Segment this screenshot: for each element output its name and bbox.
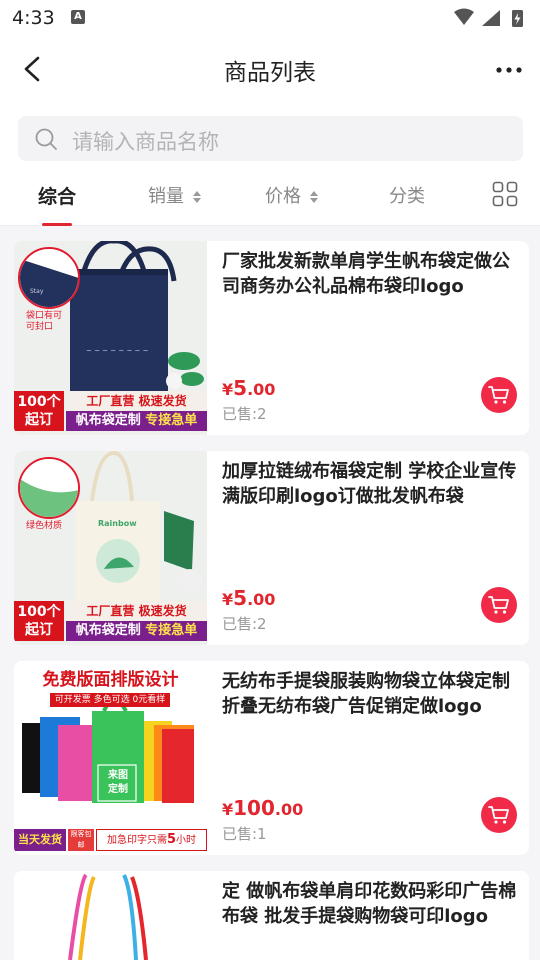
cart-icon (488, 386, 509, 404)
bag-brand-label: Rainbow (98, 519, 137, 528)
product-card[interactable]: 定 做帆布袋单肩印花数码彩印广告棉布袋 批发手提袋购物袋可印logo (14, 871, 529, 960)
product-image[interactable]: 免费版面排版设计 可开发票 多色可选 0元看样 来图 定制 当天发货 限客包邮 … (14, 661, 207, 855)
search-placeholder: 请输入商品名称 (72, 130, 219, 154)
search-input[interactable]: 请输入商品名称 (18, 116, 523, 161)
product-card[interactable]: 免费版面排版设计 可开发票 多色可选 0元看样 来图 定制 当天发货 限客包邮 … (14, 661, 529, 855)
nav-bar: 商品列表 (0, 36, 540, 102)
sold-count: 已售:2 (222, 405, 267, 423)
product-price: ¥100.00 (222, 796, 304, 820)
promo-banner: 工厂直营 极速发货 帆布袋定制 专接急单 (66, 601, 207, 641)
notification-a-icon: A (71, 10, 85, 24)
product-card[interactable]: ~ ~ ~ ~ ~ ~ ~ ~ Stay 袋口有可 可封口 100个 起订 工厂… (14, 241, 529, 435)
product-image[interactable] (14, 871, 207, 960)
product-card[interactable]: 绿色材质 Rainbow 100个 起订 工厂直营 极速发货 帆布袋定制 专接急… (14, 451, 529, 645)
tab-label: 价格 (265, 186, 301, 207)
svg-text:~ ~ ~ ~ ~ ~ ~ ~: ~ ~ ~ ~ ~ ~ ~ ~ (86, 347, 149, 355)
inset-caption: 绿色材质 (26, 521, 63, 531)
bag-custom-label: 来图 定制 (108, 770, 128, 795)
promo-banner: 工厂直营 极速发货 帆布袋定制 专接急单 (66, 391, 207, 431)
inset-detail-image (18, 457, 80, 519)
promo-bottom-banner: 当天发货 限客包邮 加急印字只需5小时 (14, 827, 207, 853)
min-order-tag: 100个 起订 (14, 391, 64, 431)
strap-bags-image (14, 871, 207, 960)
cart-icon (488, 596, 509, 614)
tab-comprehensive[interactable]: 综合 (38, 182, 77, 226)
product-title[interactable]: 加厚拉链绒布福袋定制 学校企业宣传满版印刷logo订做批发帆布袋 (222, 459, 522, 509)
sort-arrows-icon (309, 191, 318, 203)
more-icon[interactable] (492, 53, 526, 87)
product-title[interactable]: 定 做帆布袋单肩印花数码彩印广告棉布袋 批发手提袋购物袋可印logo (222, 879, 522, 929)
page-title: 商品列表 (224, 60, 316, 86)
tab-label: 综合 (38, 186, 77, 208)
promo-subtitle: 可开发票 多色可选 0元看样 (50, 693, 170, 707)
signal-icon (482, 10, 500, 26)
active-tab-indicator (42, 223, 73, 226)
svg-text:Stay: Stay (30, 288, 44, 295)
search-icon (35, 128, 57, 150)
product-title[interactable]: 无纺布手提袋服装购物袋立体袋定制折叠无纺布袋广告促销定做logo (222, 669, 522, 719)
add-to-cart-button[interactable] (481, 587, 517, 623)
status-icons (454, 8, 523, 27)
wifi-icon (454, 8, 474, 25)
sort-arrows-icon (192, 191, 201, 203)
tab-label: 销量 (148, 186, 184, 207)
sold-count: 已售:1 (222, 825, 267, 843)
add-to-cart-button[interactable] (481, 377, 517, 413)
search-bar: 请输入商品名称 (0, 102, 540, 168)
add-to-cart-button[interactable] (481, 797, 517, 833)
product-image[interactable]: ~ ~ ~ ~ ~ ~ ~ ~ Stay 袋口有可 可封口 100个 起订 工厂… (14, 241, 207, 435)
promo-title: 免费版面排版设计 (42, 670, 179, 690)
tab-price[interactable]: 价格 (265, 182, 319, 212)
product-image[interactable]: 绿色材质 Rainbow 100个 起订 工厂直营 极速发货 帆布袋定制 专接急… (14, 451, 207, 645)
cart-icon (488, 806, 509, 824)
product-price: ¥5.00 (222, 376, 276, 400)
product-price: ¥5.00 (222, 586, 276, 610)
status-time: 4:33 (12, 7, 55, 29)
tab-category[interactable]: 分类 (389, 182, 425, 212)
grid-view-icon[interactable] (492, 181, 518, 207)
tab-label: 分类 (389, 186, 425, 207)
sort-tabs: 综合 销量 价格 分类 (0, 168, 540, 226)
inset-detail-image: Stay (18, 247, 80, 309)
sold-count: 已售:2 (222, 615, 267, 633)
status-bar: 4:33 A (0, 0, 540, 36)
product-title[interactable]: 厂家批发新款单肩学生帆布袋定做公司商务办公礼品棉布袋印logo (222, 249, 522, 299)
min-order-tag: 100个 起订 (14, 601, 64, 641)
tab-sales[interactable]: 销量 (148, 182, 202, 212)
inset-caption: 袋口有可 可封口 (26, 311, 63, 332)
